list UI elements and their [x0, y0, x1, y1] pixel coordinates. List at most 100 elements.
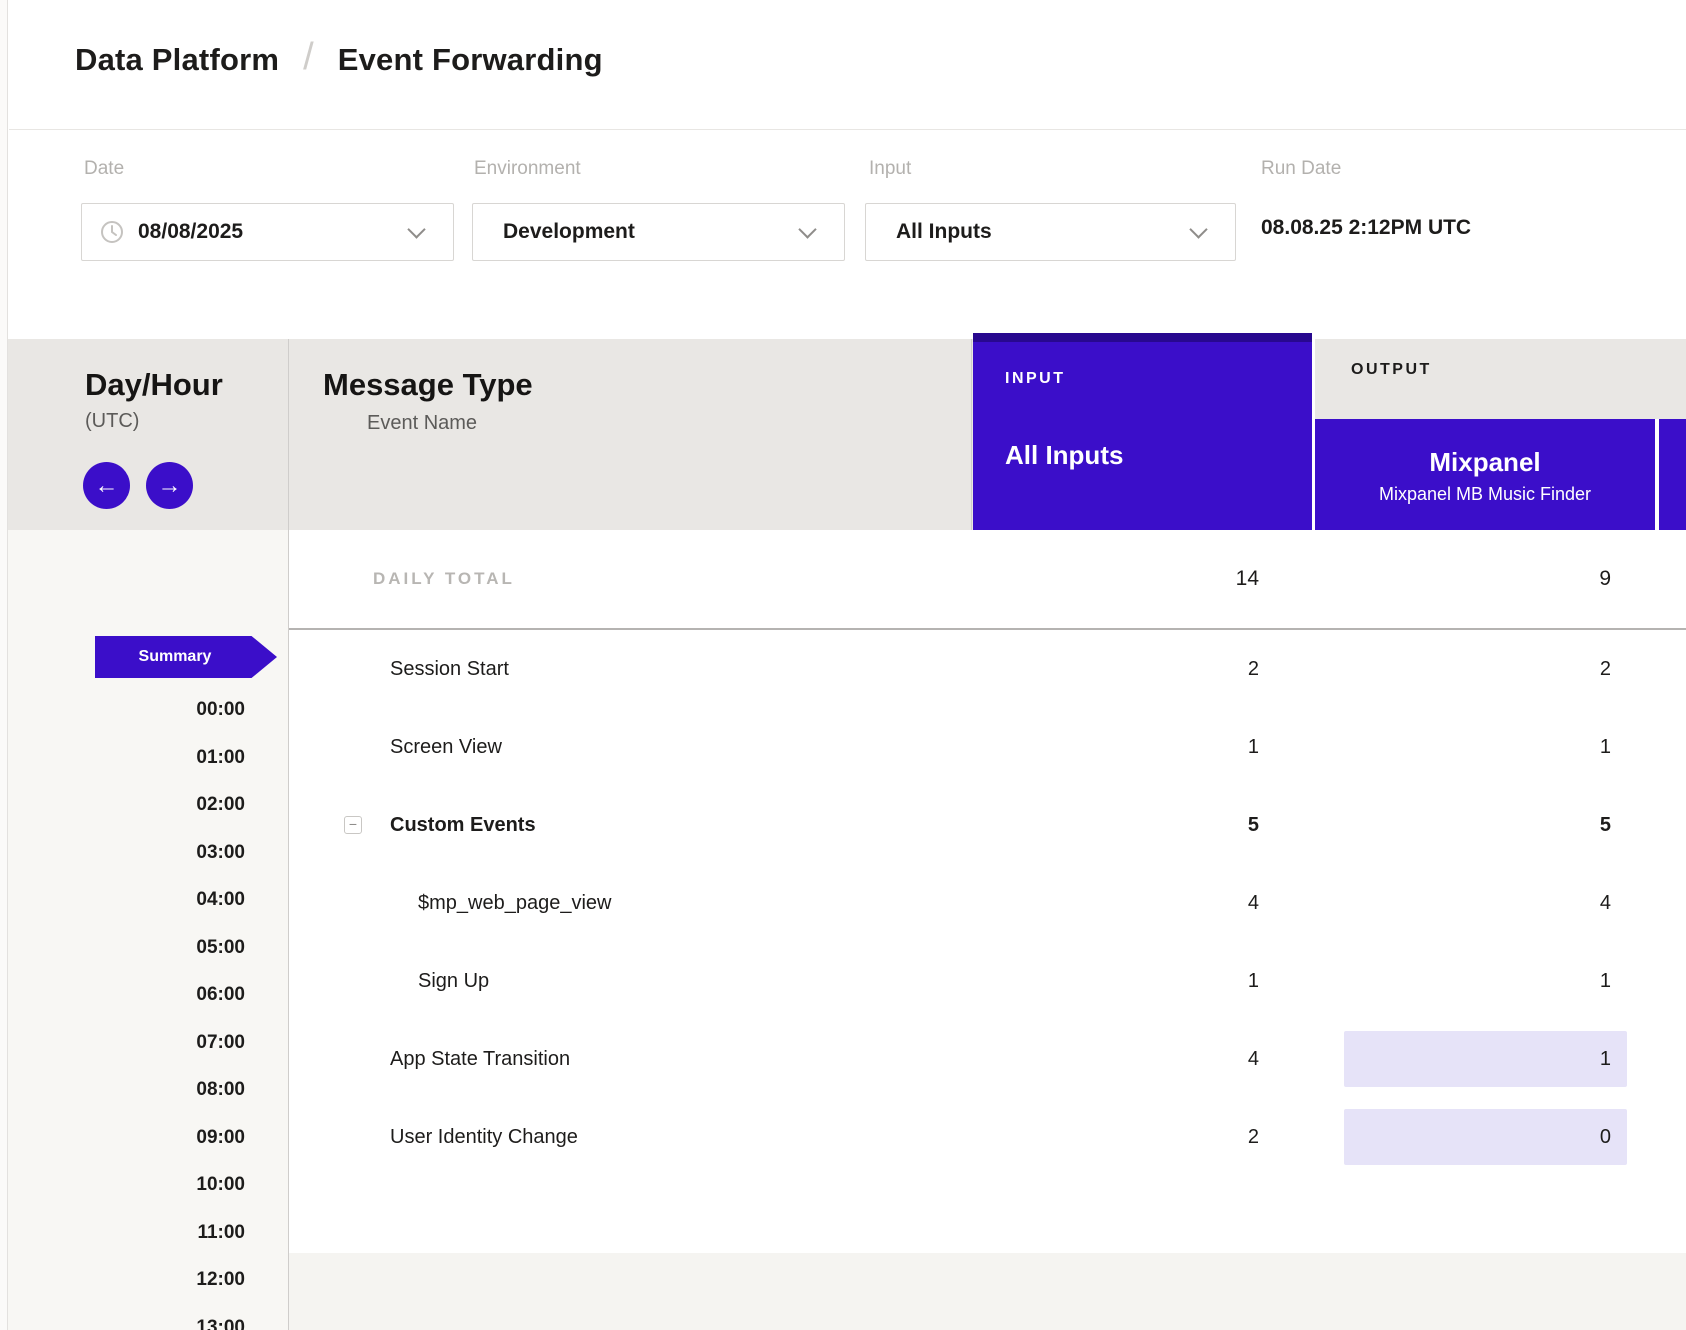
partner-name: Mixpanel — [1315, 447, 1655, 478]
row-input-value: 4 — [971, 892, 1314, 915]
input-header-value: All Inputs — [1005, 440, 1123, 471]
date-value: 08/08/2025 — [138, 220, 243, 244]
hour-rail-item[interactable]: 08:00 — [196, 1078, 245, 1102]
page-title: Event Forwarding — [338, 42, 603, 78]
hour-rail-item[interactable]: 07:00 — [196, 1031, 245, 1055]
table-row: $mp_web_page_view 4 4 — [289, 864, 1686, 942]
table-row: Screen View 1 1 — [289, 708, 1686, 786]
row-label: App State Transition — [390, 1048, 570, 1071]
previous-day-button[interactable]: ← — [83, 462, 130, 509]
chevron-down-icon — [798, 220, 816, 238]
hour-rail-item[interactable]: 06:00 — [196, 983, 245, 1007]
row-output-cell: 4 — [1314, 892, 1658, 915]
table-row: App State Transition 4 1 — [289, 1020, 1686, 1098]
daily-total-output-value: 9 — [1314, 567, 1658, 591]
day-hour-timezone: (UTC) — [85, 410, 139, 433]
hour-rail-item[interactable]: 02:00 — [196, 793, 245, 817]
hour-rail-item[interactable]: 13:00 — [196, 1316, 245, 1330]
input-filter-label: Input — [869, 158, 911, 180]
row-output-cell: 2 — [1314, 658, 1658, 681]
row-label: Screen View — [390, 736, 502, 759]
event-rows: Session Start 2 2 Screen View 1 1 − Cust… — [289, 630, 1686, 1176]
row-label: $mp_web_page_view — [418, 892, 611, 915]
arrow-left-icon: ← — [95, 472, 119, 500]
row-label: Session Start — [390, 658, 509, 681]
row-output-value: 4 — [1600, 892, 1611, 914]
environment-dropdown[interactable]: Development — [472, 203, 845, 261]
hour-rail-item[interactable]: 10:00 — [196, 1173, 245, 1197]
clock-icon — [100, 220, 124, 244]
table-footer-area — [289, 1253, 1686, 1330]
row-output-cell: 1 — [1314, 736, 1658, 759]
chevron-down-icon — [407, 220, 425, 238]
row-label: User Identity Change — [390, 1126, 578, 1149]
row-input-value: 1 — [971, 970, 1314, 993]
row-output-value: 0 — [1600, 1126, 1611, 1149]
hour-rail-item[interactable]: 00:00 — [196, 698, 245, 722]
row-input-value: 2 — [971, 1126, 1314, 1149]
table-row: User Identity Change 2 0 — [289, 1098, 1686, 1176]
summary-tab-label: Summary — [139, 648, 212, 666]
row-input-value: 4 — [971, 1048, 1314, 1071]
hour-rail-item[interactable]: 09:00 — [196, 1126, 245, 1150]
row-label-cell: App State Transition — [289, 1048, 971, 1071]
daily-total-input-value: 14 — [971, 567, 1314, 591]
row-input-value: 1 — [971, 736, 1314, 759]
input-column-header[interactable]: INPUT All Inputs — [973, 333, 1312, 530]
run-date-value: 08.08.25 2:12PM UTC — [1261, 216, 1471, 240]
breadcrumb-separator: / — [303, 36, 314, 79]
day-hour-header: Day/Hour — [85, 367, 223, 403]
run-date-label: Run Date — [1261, 158, 1341, 180]
output-partner-header[interactable]: Mixpanel Mixpanel MB Music Finder — [1315, 419, 1655, 530]
daily-total-row: DAILY TOTAL 14 9 — [289, 530, 1686, 628]
date-dropdown[interactable]: 08/08/2025 — [81, 203, 454, 261]
hour-rail-item[interactable]: 04:00 — [196, 888, 245, 912]
date-filter-label: Date — [84, 158, 124, 180]
collapse-icon[interactable]: − — [344, 816, 362, 834]
hour-rail-item[interactable]: 01:00 — [196, 746, 245, 770]
row-output-value: 1 — [1600, 1048, 1611, 1071]
event-name-subheader: Event Name — [367, 412, 477, 435]
environment-filter-label: Environment — [474, 158, 581, 180]
arrow-right-icon: → — [158, 472, 182, 500]
row-label: Custom Events — [390, 814, 536, 837]
table-row: Sign Up 1 1 — [289, 942, 1686, 1020]
highlighted-output-cell: 0 — [1344, 1109, 1627, 1165]
daily-total-label: DAILY TOTAL — [373, 569, 515, 589]
row-output-value: 1 — [1600, 736, 1611, 758]
row-input-value: 5 — [971, 814, 1314, 837]
breadcrumb-section[interactable]: Data Platform — [75, 42, 279, 78]
row-output-cell: 1 — [1314, 970, 1658, 993]
window-left-edge — [0, 0, 8, 1330]
row-output-value: 1 — [1600, 970, 1611, 992]
top-bar: Data Platform / Event Forwarding — [9, 0, 1686, 130]
input-dropdown[interactable]: All Inputs — [865, 203, 1236, 261]
table-row: Session Start 2 2 — [289, 630, 1686, 708]
partner-subtitle: Mixpanel MB Music Finder — [1315, 484, 1655, 505]
row-label: Sign Up — [418, 970, 489, 993]
row-label-cell: − Custom Events — [289, 814, 971, 837]
breadcrumb: Data Platform / Event Forwarding — [75, 38, 603, 81]
hour-rail-item[interactable]: 12:00 — [196, 1268, 245, 1292]
row-label-cell: Screen View — [289, 736, 971, 759]
input-value: All Inputs — [896, 220, 992, 244]
row-output-value: 2 — [1600, 658, 1611, 680]
input-header-label: INPUT — [1005, 370, 1066, 388]
output-header-label: OUTPUT — [1351, 361, 1432, 379]
event-forwarding-page: Data Platform / Event Forwarding Date En… — [0, 0, 1686, 1330]
highlighted-output-cell: 1 — [1344, 1031, 1627, 1087]
hour-rail-item[interactable]: 03:00 — [196, 841, 245, 865]
summary-tab[interactable]: Summary — [95, 636, 277, 678]
next-partner-header-clipped[interactable] — [1659, 419, 1686, 530]
next-day-button[interactable]: → — [146, 462, 193, 509]
environment-value: Development — [503, 220, 635, 244]
row-label-cell: User Identity Change — [289, 1126, 971, 1149]
hour-rail: Summary 00:00 01:00 02:00 03:00 04:00 05:00 06… — [8, 530, 288, 1330]
row-label-cell: Sign Up — [289, 970, 971, 993]
hour-rail-item[interactable]: 05:00 — [196, 936, 245, 960]
message-type-header: Message Type — [323, 367, 533, 403]
hour-rail-item[interactable]: 11:00 — [197, 1221, 245, 1245]
table-row: − Custom Events 5 5 — [289, 786, 1686, 864]
row-output-value: 5 — [1600, 814, 1611, 836]
filter-bar: Date Environment Input Run Date 08/08/20… — [9, 130, 1686, 339]
